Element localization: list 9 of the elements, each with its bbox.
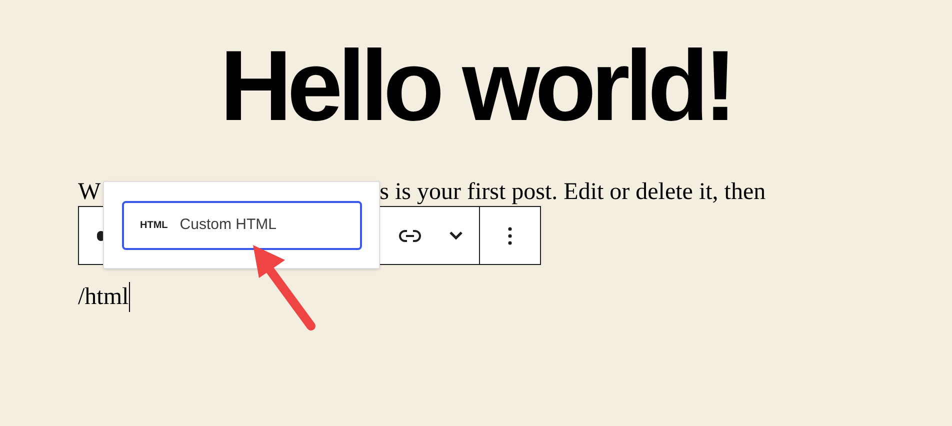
vertical-dots-icon <box>508 226 512 244</box>
text-cursor <box>128 282 130 312</box>
post-title: Hello world! <box>220 29 732 144</box>
block-option[interactable]: HTML Custom HTML <box>122 201 362 250</box>
paragraph-text: W <box>78 178 101 206</box>
chevron-down-icon <box>449 231 463 240</box>
paragraph-text: s is your first post. Edit or delete it, then <box>380 178 766 206</box>
html-icon: HTML <box>140 218 168 233</box>
typed-text[interactable]: /html <box>78 283 129 311</box>
